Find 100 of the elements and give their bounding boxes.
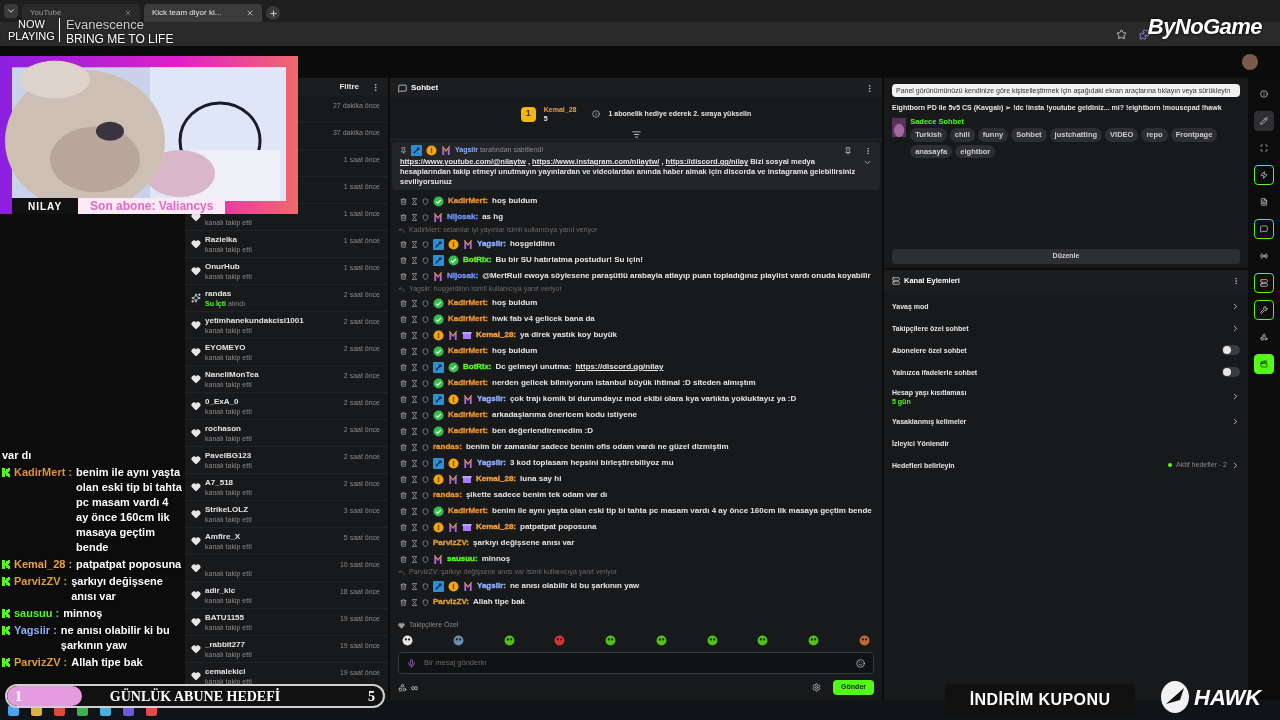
timeout-icon[interactable] — [411, 555, 418, 563]
timeout-icon[interactable] — [411, 363, 418, 371]
ban-icon[interactable] — [422, 363, 429, 371]
username[interactable]: KadirMert: — [448, 505, 488, 517]
ban-icon[interactable] — [422, 598, 429, 606]
delete-icon[interactable] — [400, 459, 407, 467]
username[interactable]: randas: — [433, 489, 462, 501]
microphone-icon[interactable] — [407, 658, 416, 668]
ban-icon[interactable] — [422, 213, 429, 221]
username[interactable]: Kemal_28: — [476, 329, 517, 341]
delete-icon[interactable] — [400, 523, 407, 531]
username[interactable]: Yagsiir: — [477, 457, 506, 469]
username[interactable]: BotRix: — [463, 254, 492, 266]
emote-icon[interactable] — [402, 634, 413, 646]
more-icon[interactable] — [1232, 277, 1240, 285]
delete-icon[interactable] — [400, 491, 407, 499]
delete-icon[interactable] — [400, 379, 407, 387]
ban-icon[interactable] — [422, 331, 429, 339]
timeout-icon[interactable] — [411, 379, 418, 387]
extension-icon[interactable] — [1139, 28, 1150, 40]
timeout-icon[interactable] — [411, 523, 418, 531]
timeout-icon[interactable] — [411, 272, 418, 280]
ban-icon[interactable] — [422, 240, 429, 248]
more-icon[interactable] — [864, 146, 872, 155]
ban-icon[interactable] — [422, 299, 429, 307]
username[interactable]: randas: — [433, 441, 462, 453]
delete-icon[interactable] — [400, 315, 407, 323]
username[interactable]: Yagsiir: — [477, 580, 506, 592]
timeout-icon[interactable] — [411, 240, 418, 248]
username[interactable]: ParvizZV: — [433, 537, 470, 549]
avatar[interactable] — [1242, 54, 1258, 70]
timeout-icon[interactable] — [411, 491, 418, 499]
delete-icon[interactable] — [400, 213, 407, 221]
delete-icon[interactable] — [400, 443, 407, 451]
toggle-switch[interactable] — [1222, 367, 1240, 377]
username[interactable]: KadirMert: — [448, 409, 488, 421]
tool-rail-button[interactable] — [1254, 354, 1274, 374]
timeout-icon[interactable] — [411, 213, 418, 221]
timeout-icon[interactable] — [411, 507, 418, 515]
ban-icon[interactable] — [422, 315, 429, 323]
timeout-icon[interactable] — [411, 299, 418, 307]
timeout-icon[interactable] — [411, 331, 418, 339]
close-icon[interactable] — [124, 9, 132, 17]
timeout-icon[interactable] — [411, 582, 418, 590]
username[interactable]: ParvizZV: — [433, 596, 470, 608]
ban-icon[interactable] — [422, 491, 429, 499]
timeout-icon[interactable] — [411, 459, 418, 467]
emote-icon[interactable] — [503, 634, 515, 646]
ban-icon[interactable] — [422, 411, 429, 419]
username[interactable]: KadirMert: — [448, 297, 488, 309]
delete-icon[interactable] — [400, 411, 407, 419]
new-tab-button[interactable] — [266, 6, 280, 20]
expand-icon[interactable] — [863, 158, 872, 167]
delete-icon[interactable] — [400, 363, 407, 371]
settings-icon[interactable] — [812, 682, 822, 692]
delete-icon[interactable] — [400, 256, 407, 264]
username[interactable]: KadirMert: — [448, 345, 488, 357]
delete-icon[interactable] — [400, 395, 407, 403]
delete-icon[interactable] — [400, 427, 407, 435]
timeout-icon[interactable] — [411, 347, 418, 355]
emote-icon[interactable] — [808, 634, 820, 646]
filter-icon[interactable] — [631, 130, 641, 139]
pin-icon[interactable] — [844, 146, 852, 155]
delete-icon[interactable] — [400, 299, 407, 307]
emote-icon[interactable] — [655, 634, 667, 646]
chat-link[interactable]: https://discord.gg/nilay — [575, 361, 664, 373]
username[interactable]: Nijosak: — [447, 270, 479, 282]
delete-icon[interactable] — [400, 582, 407, 590]
timeout-icon[interactable] — [411, 443, 418, 451]
ban-icon[interactable] — [422, 507, 429, 515]
username[interactable]: sausuu: — [447, 553, 478, 565]
tool-rail-button[interactable] — [1254, 273, 1274, 293]
username[interactable]: Kemal_28: — [476, 473, 517, 485]
timeout-icon[interactable] — [411, 475, 418, 483]
delete-icon[interactable] — [400, 272, 407, 280]
timeout-icon[interactable] — [411, 411, 418, 419]
username[interactable]: BotRix: — [463, 361, 492, 373]
delete-icon[interactable] — [400, 598, 407, 606]
username[interactable]: Nijosak: — [447, 211, 479, 223]
ban-icon[interactable] — [422, 197, 429, 205]
ban-icon[interactable] — [422, 555, 429, 563]
username[interactable]: KadirMert: — [448, 195, 488, 207]
ban-icon[interactable] — [422, 443, 429, 451]
username[interactable]: Yagsiir: — [477, 238, 506, 250]
tool-rail-button[interactable] — [1254, 219, 1274, 239]
ban-icon[interactable] — [422, 539, 429, 547]
ban-icon[interactable] — [422, 379, 429, 387]
tool-rail-button[interactable] — [1254, 300, 1274, 320]
delete-icon[interactable] — [400, 197, 407, 205]
timeout-icon[interactable] — [411, 539, 418, 547]
ban-icon[interactable] — [422, 395, 429, 403]
tab-list-button[interactable] — [4, 4, 18, 18]
ban-icon[interactable] — [422, 272, 429, 280]
more-icon[interactable] — [371, 82, 380, 92]
delete-icon[interactable] — [400, 539, 407, 547]
delete-icon[interactable] — [400, 347, 407, 355]
username[interactable]: Kemal_28: — [476, 521, 517, 533]
username[interactable]: KadirMert: — [448, 377, 488, 389]
emote-icon[interactable] — [605, 634, 617, 646]
star-icon[interactable] — [1116, 28, 1127, 40]
